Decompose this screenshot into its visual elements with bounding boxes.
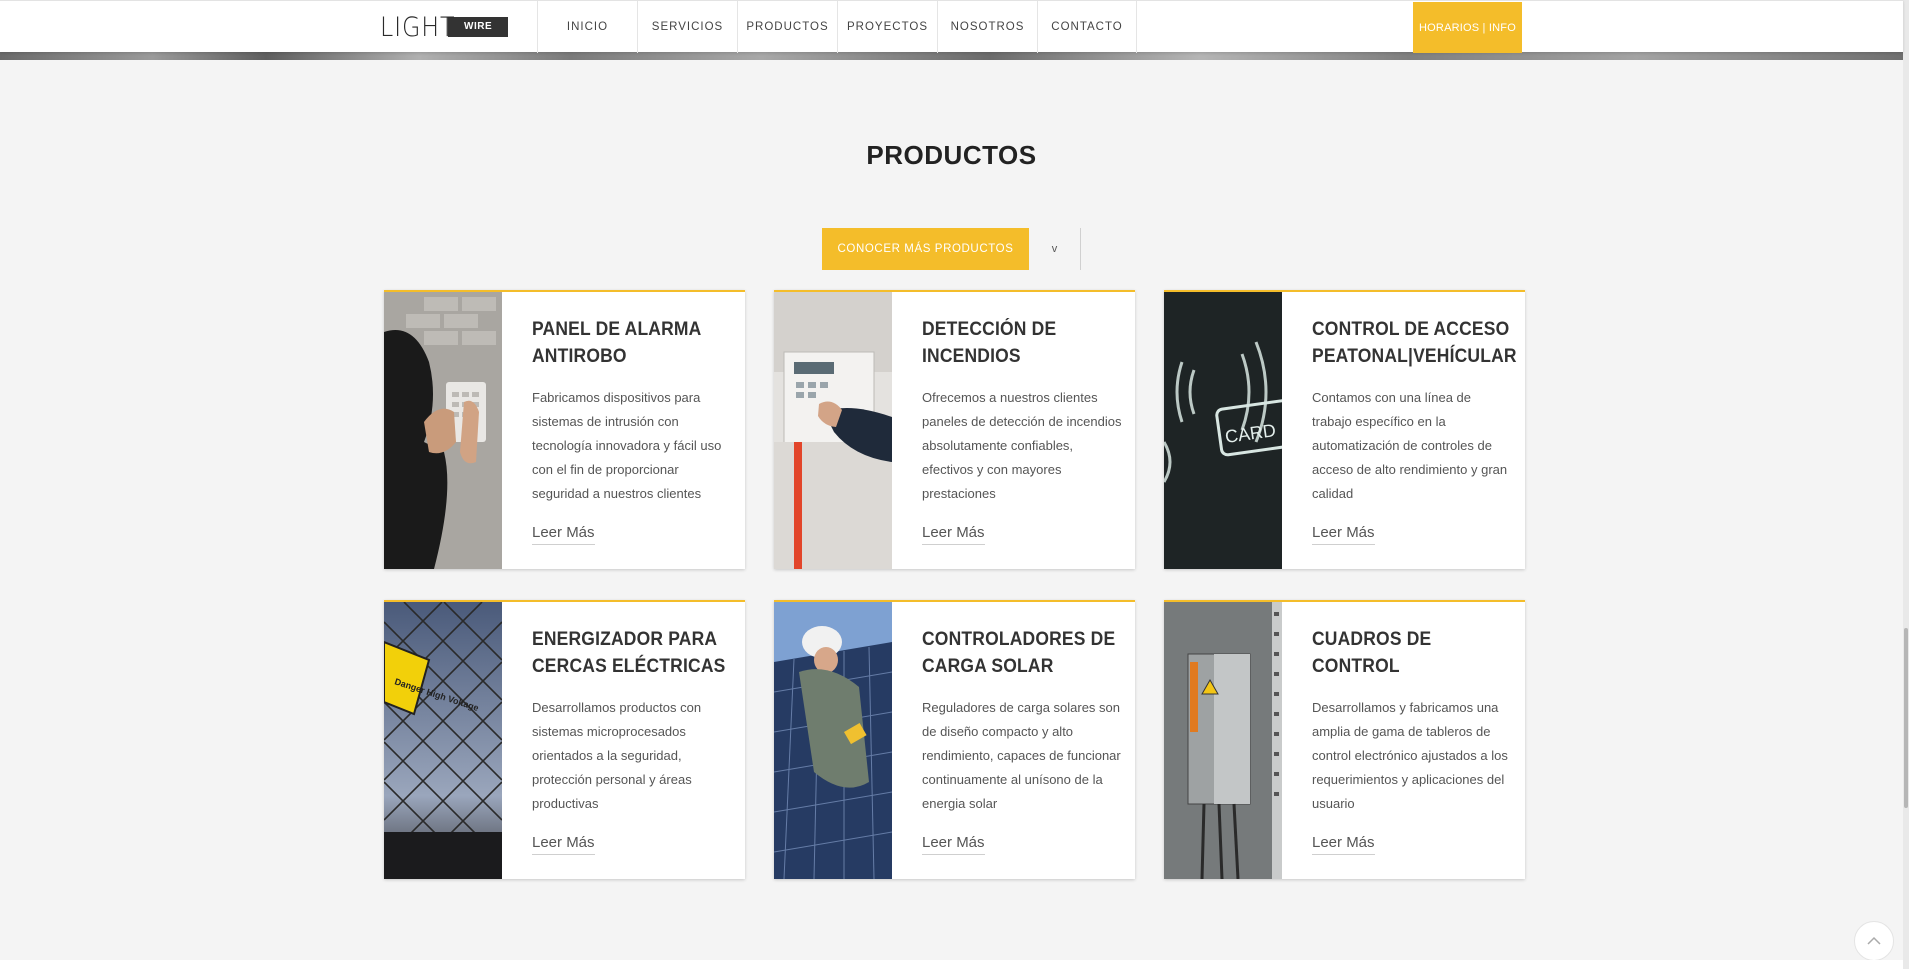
site-logo[interactable]: LIGHT WIRE <box>380 11 509 43</box>
product-card-solar: CONTROLADORES DE CARGA SOLAR Reguladores … <box>774 600 1135 879</box>
solar-panel-photo <box>774 602 892 879</box>
card-title: CUADROS DE CONTROL <box>1312 626 1524 684</box>
back-to-top-icon[interactable] <box>1854 921 1894 961</box>
nav-item-inicio[interactable]: INICIO <box>537 1 637 53</box>
control-cabinet-photo <box>1164 602 1282 879</box>
card-title: ENERGIZADOR PARA CERCAS ELÉCTRICAS <box>532 626 744 684</box>
footer-edge <box>0 960 1903 969</box>
card-title: CONTROLADORES DE CARGA SOLAR <box>922 626 1134 684</box>
card-title-line: ENERGIZADOR PARA <box>532 629 718 650</box>
card-description: Ofrecemos a nuestros clientes paneles de… <box>922 390 1122 501</box>
read-more-link[interactable]: Leer Más <box>532 524 595 545</box>
hero-image-strip <box>0 52 1903 60</box>
product-card-energizador: Danger High Voltage ENERGIZADOR PARA CERC… <box>384 600 745 879</box>
fire-panel-photo <box>774 292 892 569</box>
card-title-line: PEATONAL|VEHÍCULAR <box>1312 346 1517 367</box>
more-products-button[interactable]: CONOCER MÁS PRODUCTOS <box>822 228 1029 270</box>
card-description: Contamos con una línea de trabajo especí… <box>1312 390 1508 501</box>
card-title-line: CONTROL DE ACCESO <box>1312 319 1510 340</box>
card-title: DETECCIÓN DE INCENDIOS <box>922 316 1134 374</box>
card-title-line: CARGA SOLAR <box>922 656 1054 677</box>
product-card-cuadros: CUADROS DE CONTROL Desarrollamos y fabric… <box>1164 600 1525 879</box>
logo-text: LIGHT <box>380 11 456 43</box>
card-description: Desarrollamos y fabricamos una amplia de… <box>1312 700 1508 811</box>
card-title-line: CONTROLADORES DE <box>922 629 1116 650</box>
section-title: PRODUCTOS <box>866 140 1037 170</box>
page-scrollbar[interactable] <box>1903 0 1909 969</box>
nav-item-productos[interactable]: PRODUCTOS <box>737 1 837 53</box>
chevron-down-icon[interactable]: v <box>1029 228 1081 270</box>
alarm-keypad-photo <box>384 292 502 569</box>
card-title-line: CERCAS ELÉCTRICAS <box>532 656 726 677</box>
logo-badge: WIRE <box>448 17 509 37</box>
main-nav: INICIO SERVICIOS PRODUCTOS PROYECTOS NOS… <box>537 1 1137 53</box>
product-card-incendios: DETECCIÓN DE INCENDIOS Ofrecemos a nuestr… <box>774 290 1135 569</box>
nav-item-servicios[interactable]: SERVICIOS <box>637 1 737 53</box>
card-title-line: CUADROS DE <box>1312 629 1432 650</box>
read-more-link[interactable]: Leer Más <box>1312 524 1375 545</box>
product-card-acceso: CARD CONTROL DE ACCESO PEATONAL|VEHÍCULAR… <box>1164 290 1525 569</box>
read-more-link[interactable]: Leer Más <box>1312 834 1375 855</box>
card-title-line: INCENDIOS <box>922 346 1021 367</box>
horarios-info-button[interactable]: HORARIOS | INFO <box>1413 2 1522 53</box>
read-more-link[interactable]: Leer Más <box>922 834 985 855</box>
card-title: CONTROL DE ACCESO PEATONAL|VEHÍCULAR <box>1312 316 1524 374</box>
nav-item-nosotros[interactable]: NOSOTROS <box>937 1 1037 53</box>
card-description: Desarrollamos productos con sistemas mic… <box>532 700 702 811</box>
card-description: Fabricamos dispositivos para sistemas de… <box>532 390 722 501</box>
card-title-line: DETECCIÓN DE <box>922 319 1057 340</box>
site-header: LIGHT WIRE INICIO SERVICIOS PRODUCTOS PR… <box>0 0 1903 53</box>
nav-item-proyectos[interactable]: PROYECTOS <box>837 1 937 53</box>
card-title-line: CONTROL <box>1312 656 1400 677</box>
card-title-line: ANTIROBO <box>532 346 627 367</box>
read-more-link[interactable]: Leer Más <box>532 834 595 855</box>
nav-item-contacto[interactable]: CONTACTO <box>1037 1 1137 53</box>
scrollbar-thumb[interactable] <box>1904 628 1908 808</box>
card-title: PANEL DE ALARMA ANTIROBO <box>532 316 744 374</box>
electric-fence-photo: Danger High Voltage <box>384 602 502 879</box>
read-more-link[interactable]: Leer Más <box>922 524 985 545</box>
card-title-line: PANEL DE ALARMA <box>532 319 702 340</box>
product-card-alarma: PANEL DE ALARMA ANTIROBO Fabricamos dispo… <box>384 290 745 569</box>
card-reader-photo: CARD <box>1164 292 1282 569</box>
card-description: Reguladores de carga solares son de dise… <box>922 700 1121 811</box>
